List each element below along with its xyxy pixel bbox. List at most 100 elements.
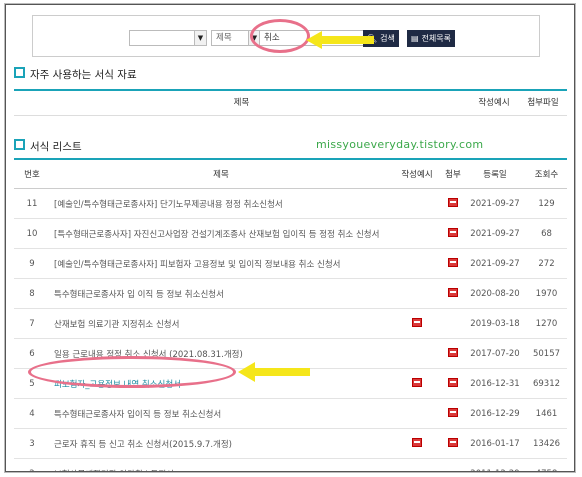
row-title-link[interactable]: 일용 근로내용 정정 취소 신청서 (2021.08.31.개정) xyxy=(50,338,392,369)
col-views: 조회수 xyxy=(526,160,567,189)
row-date: 2011-12-29 xyxy=(464,458,526,471)
row-date: 2017-07-20 xyxy=(464,338,526,369)
col-example: 작성예시 xyxy=(478,98,510,108)
row-number: 5 xyxy=(14,368,50,399)
row-number: 3 xyxy=(14,428,50,459)
row-title-link[interactable]: 특수형태근로종사자 입 이직 등 정보 취소신청서 xyxy=(50,278,392,309)
example-file-icon[interactable] xyxy=(412,437,422,447)
example-file-icon[interactable] xyxy=(412,317,422,327)
attachment-file-icon[interactable] xyxy=(448,197,458,207)
row-date: 2016-01-17 xyxy=(464,428,526,459)
row-views: 68 xyxy=(526,218,567,249)
table-row[interactable]: 11 [예술인/특수형태근로종사자] 단기노무제공내용 정정 취소신청서 2021-… xyxy=(14,188,567,219)
row-example xyxy=(392,398,442,429)
attachment-file-icon[interactable] xyxy=(448,257,458,267)
row-views: 4758 xyxy=(526,458,567,471)
row-number: 11 xyxy=(14,188,50,219)
col-attachment: 첨부파일 xyxy=(527,98,559,108)
row-views: 1970 xyxy=(526,278,567,309)
frequent-table-header: 제목 작성예시 첨부파일 xyxy=(14,91,567,116)
row-attachment xyxy=(442,248,464,279)
search-box: ▼ 제목 ▼ 취소 🔍︎ 검색 ▤ 전체목록 xyxy=(32,15,540,57)
page-frame: ▼ 제목 ▼ 취소 🔍︎ 검색 ▤ 전체목록 자주 사용하는 서식 자료 제목 작성… xyxy=(5,4,575,472)
category-select[interactable]: ▼ xyxy=(129,30,207,46)
table-row[interactable]: 10 [특수형태근로종사자] 자진신고사업장 건설기계조종사 산재보험 입이직 등… xyxy=(14,218,567,249)
full-list-button-label: 전체목록 xyxy=(421,34,452,43)
row-number: 7 xyxy=(14,308,50,339)
row-example xyxy=(392,248,442,279)
col-number: 번호 xyxy=(14,160,50,189)
attachment-file-icon[interactable] xyxy=(448,227,458,237)
row-attachment xyxy=(442,458,464,471)
example-file-icon[interactable] xyxy=(412,377,422,387)
row-date: 2019-03-18 xyxy=(464,308,526,339)
row-title-link[interactable]: 특수형태근로종사자 입이직 등 정보 취소신청서 xyxy=(50,398,392,429)
table-row[interactable]: 2보험사무대행기관 인가취소통지서 2011-12-294758 xyxy=(14,458,567,471)
document-icon: ▤ xyxy=(411,34,419,43)
table-row[interactable]: 7 산재보험 의료기관 지정취소 신청서 2019-03-18 1270 xyxy=(14,308,567,339)
row-example xyxy=(392,458,442,471)
row-title-link[interactable]: [특수형태근로종사자] 자진신고사업장 건설기계조종사 산재보험 입이직 등 정… xyxy=(50,218,392,249)
table-row[interactable]: 5 피보험자_고용정보 내역 취소신청서 2016-12-31 69312 xyxy=(14,368,567,399)
row-attachment xyxy=(442,368,464,399)
row-views: 1270 xyxy=(526,308,567,339)
table-row[interactable]: 3 근로자 휴직 등 신고 취소 신청서(2015.9.7.개정) 2016-01-… xyxy=(14,428,567,459)
forms-section-title: 서식 리스트 xyxy=(14,139,82,154)
attachment-file-icon[interactable] xyxy=(448,377,458,387)
col-date: 등록일 xyxy=(464,160,526,189)
row-example xyxy=(392,278,442,309)
watermark-text: missyoueveryday.tistory.com xyxy=(316,138,484,151)
attachment-file-icon[interactable] xyxy=(448,347,458,357)
row-number: 2 xyxy=(14,458,50,471)
row-attachment xyxy=(442,398,464,429)
search-button[interactable]: 🔍︎ 검색 xyxy=(363,30,399,47)
row-attachment xyxy=(442,428,464,459)
row-example xyxy=(392,368,442,399)
row-title-link[interactable]: [예술인/특수형태근로종사자] 단기노무제공내용 정정 취소신청서 xyxy=(50,188,392,219)
table-header-row: 번호 제목 작성예시 첨부 등록일 조회수 xyxy=(14,160,567,189)
attachment-file-icon[interactable] xyxy=(448,287,458,297)
attachment-file-icon[interactable] xyxy=(448,407,458,417)
row-date: 2016-12-31 xyxy=(464,368,526,399)
row-views: 69312 xyxy=(526,368,567,399)
row-example xyxy=(392,188,442,219)
full-list-button[interactable]: ▤ 전체목록 xyxy=(407,30,456,47)
chevron-down-icon: ▼ xyxy=(194,31,206,45)
row-date: 2021-09-27 xyxy=(464,248,526,279)
row-title-link[interactable]: 근로자 휴직 등 신고 취소 신청서(2015.9.7.개정) xyxy=(50,428,392,459)
frequent-section-title: 자주 사용하는 서식 자료 xyxy=(14,67,137,82)
table-row[interactable]: 8 특수형태근로종사자 입 이직 등 정보 취소신청서 2020-08-20 1970 xyxy=(14,278,567,309)
row-attachment xyxy=(442,308,464,339)
row-views: 1461 xyxy=(526,398,567,429)
row-number: 4 xyxy=(14,398,50,429)
table-row[interactable]: 9 [예술인/특수형태근로종사자] 피보험자 고용정보 및 입이직 정보내용 취소… xyxy=(14,248,567,279)
keyword-input[interactable]: 취소 xyxy=(259,30,379,46)
field-select-value: 제목 xyxy=(216,33,232,43)
search-button-label: 검색 xyxy=(380,34,395,43)
row-title-link[interactable]: 피보험자_고용정보 내역 취소신청서 xyxy=(50,368,392,399)
row-attachment xyxy=(442,188,464,219)
row-attachment xyxy=(442,278,464,309)
forms-table: 번호 제목 작성예시 첨부 등록일 조회수 11 [예술인/특수형태근로종사자] … xyxy=(14,160,567,471)
section-marker-icon xyxy=(14,67,25,78)
row-date: 2021-09-27 xyxy=(464,218,526,249)
row-number: 10 xyxy=(14,218,50,249)
frequent-title-text: 자주 사용하는 서식 자료 xyxy=(30,69,137,81)
row-example xyxy=(392,338,442,369)
row-views: 50157 xyxy=(526,338,567,369)
row-views: 272 xyxy=(526,248,567,279)
row-title-link[interactable]: 산재보험 의료기관 지정취소 신청서 xyxy=(50,308,392,339)
row-attachment xyxy=(442,338,464,369)
table-row[interactable]: 4 특수형태근로종사자 입이직 등 정보 취소신청서 2016-12-29 1461 xyxy=(14,398,567,429)
row-example xyxy=(392,218,442,249)
col-title: 제목 xyxy=(50,160,392,189)
row-title-link[interactable]: [예술인/특수형태근로종사자] 피보험자 고용정보 및 입이직 정보내용 취소 … xyxy=(50,248,392,279)
table-row[interactable]: 6 일용 근로내용 정정 취소 신청서 (2021.08.31.개정) 2017-0… xyxy=(14,338,567,369)
row-date: 2016-12-29 xyxy=(464,398,526,429)
search-icon: 🔍︎ xyxy=(367,34,378,43)
field-select[interactable]: 제목 ▼ xyxy=(211,30,261,46)
attachment-file-icon[interactable] xyxy=(448,437,458,447)
row-title-link[interactable]: 보험사무대행기관 인가취소통지서 xyxy=(50,458,392,471)
col-title: 제목 xyxy=(233,98,250,108)
row-example xyxy=(392,428,442,459)
